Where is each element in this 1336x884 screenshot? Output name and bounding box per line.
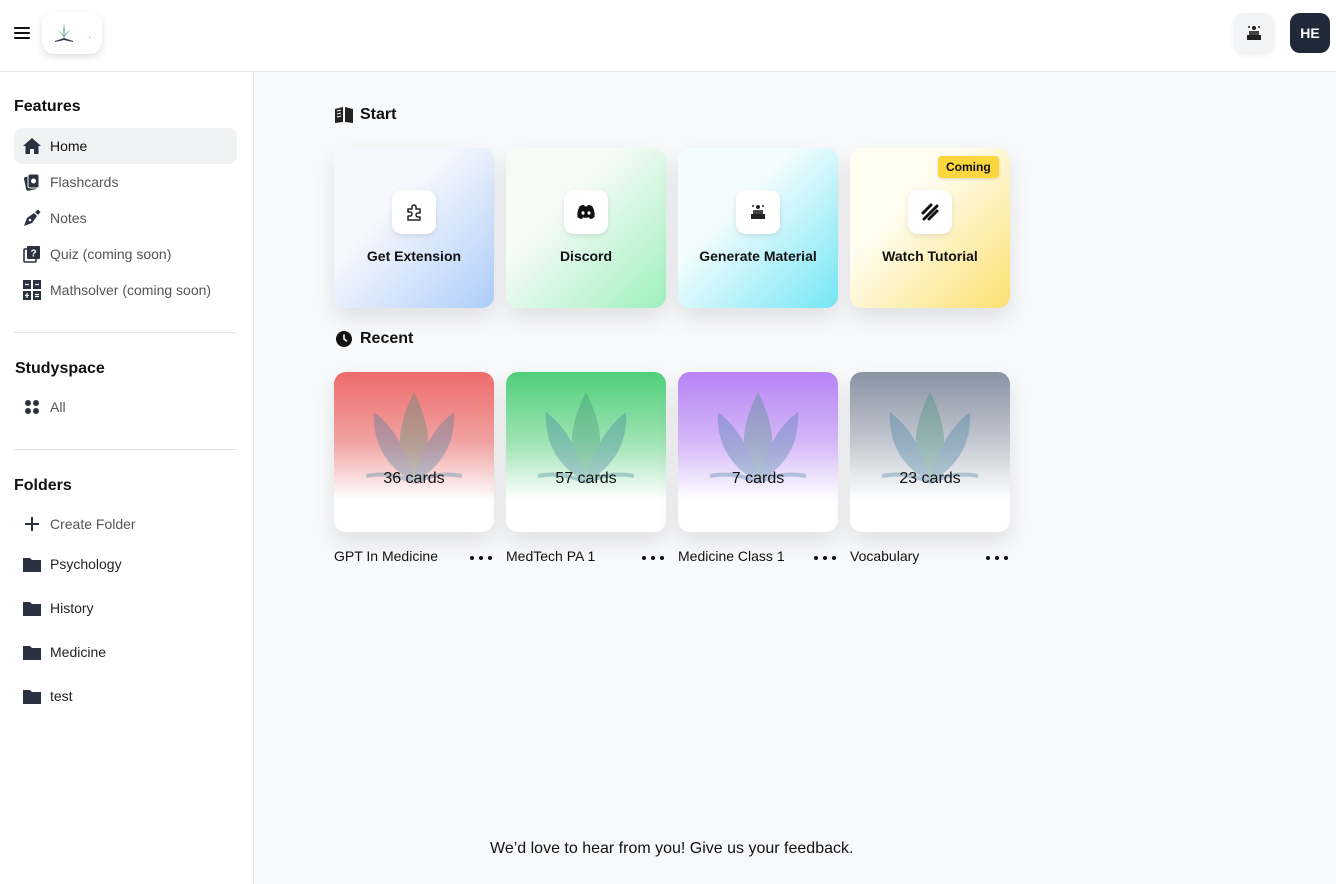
sidebar-divider — [14, 332, 237, 333]
card-count: 23 cards — [899, 470, 961, 487]
get-extension-card[interactable]: Get Extension — [334, 148, 494, 308]
sidebar-item-mathsolver[interactable]: Mathsolver (coming soon) — [14, 272, 237, 308]
sidebar-item-label: Mathsolver (coming soon) — [50, 282, 212, 298]
logo-button[interactable]: · — [42, 12, 102, 54]
folders-section-title: Folders — [14, 477, 72, 494]
sidebar-item-notes[interactable]: Notes — [14, 200, 237, 236]
sidebar-item-label: Home — [50, 138, 88, 154]
sidebar-item-label: Notes — [50, 210, 87, 226]
sidebar: Features Home Flashcards Notes ? Quiz (c… — [0, 72, 254, 884]
folder-item-test[interactable]: test — [14, 678, 237, 714]
study-desk-icon — [736, 190, 780, 234]
svg-text:?: ? — [30, 249, 36, 260]
discord-card[interactable]: Discord — [506, 148, 666, 308]
card-label: Generate Material — [699, 248, 817, 264]
discord-icon — [564, 190, 608, 234]
feedback-link[interactable]: We’d love to hear from you! Give us your… — [490, 840, 853, 858]
grid-icon — [22, 397, 42, 417]
sidebar-item-quiz[interactable]: ? Quiz (coming soon) — [14, 236, 237, 272]
folder-label: test — [50, 688, 73, 704]
recent-card-title[interactable]: GPT In Medicine — [334, 548, 438, 564]
start-section-title: Start — [360, 106, 397, 123]
create-folder-button[interactable]: Create Folder — [14, 506, 237, 542]
folder-icon — [22, 642, 42, 662]
plus-icon — [22, 514, 42, 534]
recent-section-title: Recent — [360, 330, 414, 347]
folder-label: History — [50, 600, 94, 616]
folder-item-history[interactable]: History — [14, 590, 237, 626]
watch-tutorial-card[interactable]: Coming Watch Tutorial — [850, 148, 1010, 308]
more-options-icon[interactable] — [986, 550, 1008, 566]
more-options-icon[interactable] — [642, 550, 664, 566]
calculator-icon — [22, 280, 42, 300]
sidebar-item-flashcards[interactable]: Flashcards — [14, 164, 237, 200]
studyspace-section-title: Studyspace — [15, 360, 105, 377]
sidebar-item-home[interactable]: Home — [14, 128, 237, 164]
recent-card[interactable]: 36 cards — [334, 372, 494, 532]
sidebar-divider — [14, 449, 237, 450]
card-label: Watch Tutorial — [882, 248, 978, 264]
top-header: · HE — [0, 0, 1336, 72]
sidebar-item-label: Quiz (coming soon) — [50, 246, 172, 262]
recent-card-title[interactable]: Vocabulary — [850, 548, 919, 564]
folder-icon — [22, 598, 42, 618]
clock-icon — [334, 329, 354, 349]
generate-material-header-button[interactable] — [1234, 13, 1274, 53]
folder-label: Medicine — [50, 644, 107, 660]
sidebar-item-label: All — [50, 399, 66, 415]
pen-nib-icon — [22, 208, 42, 228]
folder-item-medicine[interactable]: Medicine — [14, 634, 237, 670]
study-desk-icon — [1247, 26, 1261, 40]
puzzle-icon — [392, 190, 436, 234]
plant-book-logo-icon — [55, 24, 73, 42]
recent-section-header: Recent — [334, 329, 413, 349]
more-options-icon[interactable] — [470, 550, 492, 566]
create-folder-label: Create Folder — [50, 516, 136, 532]
logo-text: · — [88, 32, 92, 43]
card-label: Discord — [559, 248, 613, 264]
card-count: 36 cards — [383, 470, 445, 487]
book-icon — [334, 105, 354, 125]
recent-card[interactable]: 57 cards — [506, 372, 666, 532]
generate-material-card[interactable]: Generate Material — [678, 148, 838, 308]
sidebar-item-label: Flashcards — [50, 174, 119, 190]
folder-icon — [22, 554, 42, 574]
home-icon — [22, 136, 42, 156]
card-count: 7 cards — [731, 470, 785, 487]
hamburger-menu-icon[interactable] — [14, 27, 30, 39]
recent-card[interactable]: 7 cards — [678, 372, 838, 532]
recent-card-title[interactable]: MedTech PA 1 — [506, 548, 595, 564]
coming-badge: Coming — [938, 156, 999, 178]
card-count: 57 cards — [555, 470, 617, 487]
start-section-header: Start — [334, 105, 396, 125]
flashcards-icon — [22, 172, 42, 192]
folder-icon — [22, 686, 42, 706]
user-avatar[interactable]: HE — [1290, 13, 1330, 53]
features-section-title: Features — [14, 98, 81, 115]
recent-card-title[interactable]: Medicine Class 1 — [678, 548, 785, 564]
card-label: Get Extension — [366, 248, 462, 264]
folder-label: Psychology — [50, 556, 122, 572]
quiz-icon: ? — [22, 244, 42, 264]
sidebar-item-all[interactable]: All — [14, 389, 237, 425]
recent-card[interactable]: 23 cards — [850, 372, 1010, 532]
more-options-icon[interactable] — [814, 550, 836, 566]
folder-item-psychology[interactable]: Psychology — [14, 546, 237, 582]
slashes-icon — [908, 190, 952, 234]
